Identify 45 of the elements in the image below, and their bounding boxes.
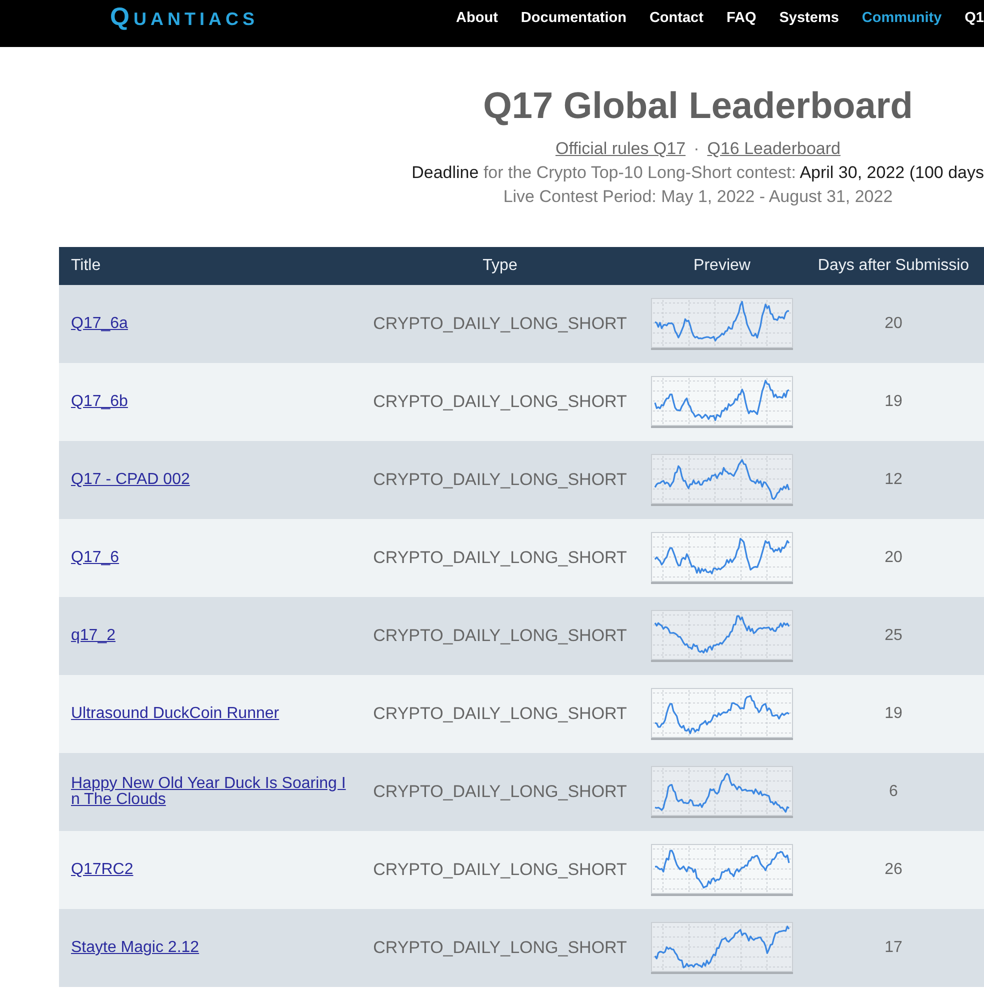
- strategy-type: CRYPTO_DAILY_LONG_SHORT: [359, 753, 641, 831]
- column-header: Type: [359, 247, 641, 285]
- nav-link[interactable]: FAQ: [726, 9, 756, 27]
- days-count: 20: [803, 285, 984, 363]
- strategy-type: CRYPTO_DAILY_LONG_SHORT: [359, 831, 641, 909]
- nav-link[interactable]: Community: [862, 9, 942, 27]
- strategy-type: CRYPTO_DAILY_LONG_SHORT: [359, 675, 641, 753]
- strategy-type: CRYPTO_DAILY_LONG_SHORT: [359, 597, 641, 675]
- deadline-text: Deadline for the Crypto Top-10 Long-Short contest: April 30, 2022 (100 days: [412, 162, 984, 184]
- nav-link[interactable]: Contact: [649, 9, 704, 27]
- strategy-type: CRYPTO_DAILY_LONG_SHORT: [359, 519, 641, 597]
- days-count: 25: [803, 597, 984, 675]
- strategy-link[interactable]: Q17_6: [71, 550, 120, 566]
- strategy-type: CRYPTO_DAILY_LONG_SHORT: [359, 285, 641, 363]
- nav-link[interactable]: About: [456, 9, 498, 27]
- strategy-link[interactable]: Happy New Old Year Duck Is Soaring In The Clouds: [71, 776, 347, 808]
- days-count: 12: [803, 441, 984, 519]
- days-count: 17: [803, 909, 984, 987]
- days-count: 20: [803, 519, 984, 597]
- rules-link[interactable]: Official rules Q17: [555, 137, 686, 161]
- column-header: Days after Submissio: [803, 247, 984, 285]
- column-header: Preview: [641, 247, 803, 285]
- days-count: 19: [803, 675, 984, 753]
- days-count: 19: [803, 363, 984, 441]
- rules-link[interactable]: Q16 Leaderboard: [707, 137, 841, 161]
- strategy-link[interactable]: Q17_6a: [71, 316, 128, 332]
- link-separator: ·: [694, 138, 700, 160]
- strategy-link[interactable]: Q17_6b: [71, 394, 128, 410]
- strategy-link[interactable]: Q17 - CPAD 002: [71, 472, 190, 488]
- days-count: 26: [803, 831, 984, 909]
- nav-link[interactable]: Systems: [779, 9, 839, 27]
- nav-link[interactable]: Q1: [964, 9, 984, 27]
- strategy-link[interactable]: Q17RC2: [71, 862, 134, 878]
- site-logo[interactable]: QUANTIACS: [110, 6, 258, 30]
- strategy-type: CRYPTO_DAILY_LONG_SHORT: [359, 363, 641, 441]
- strategy-link[interactable]: Ultrasound DuckCoin Runner: [71, 706, 280, 722]
- strategy-type: CRYPTO_DAILY_LONG_SHORT: [359, 909, 641, 987]
- strategy-type: CRYPTO_DAILY_LONG_SHORT: [359, 441, 641, 519]
- page-title: Q17 Global Leaderboard: [483, 84, 913, 128]
- strategy-link[interactable]: Stayte Magic 2.12: [71, 940, 200, 956]
- strategy-link[interactable]: q17_2: [71, 628, 116, 644]
- nav-link[interactable]: Documentation: [520, 9, 626, 27]
- column-header: Title: [59, 247, 359, 285]
- days-count: 6: [803, 753, 984, 831]
- contest-period-text: Live Contest Period: May 1, 2022 - August 31, 2022: [503, 186, 893, 208]
